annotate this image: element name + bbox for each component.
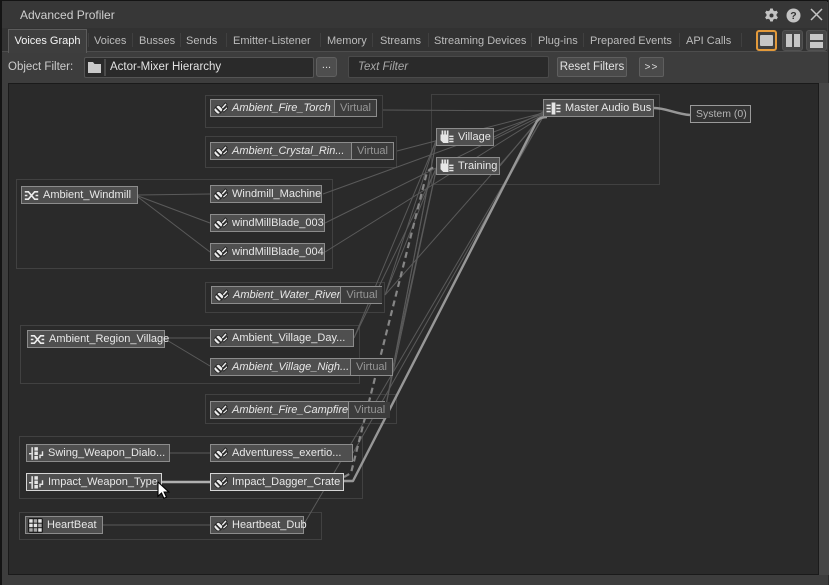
svg-text:?: ?	[790, 10, 796, 22]
